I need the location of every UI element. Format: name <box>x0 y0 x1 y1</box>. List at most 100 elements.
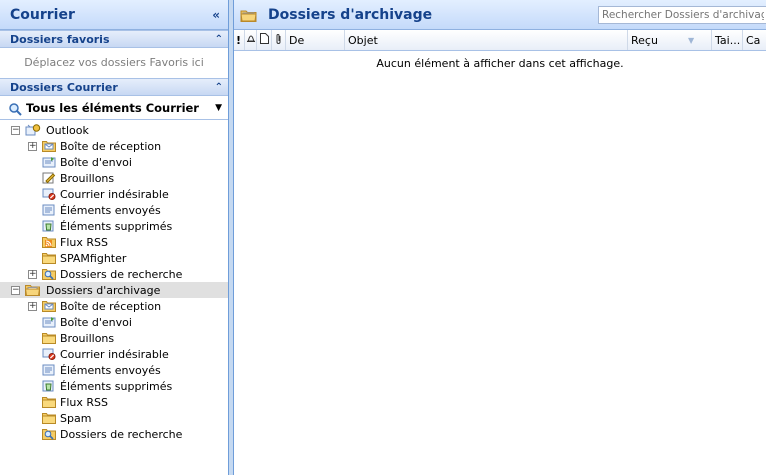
column-received[interactable]: Reçu ▼ <box>628 30 712 50</box>
junk-icon <box>42 188 56 200</box>
message-list-header: ! De Objet Reçu ▼ Tai... Ca <box>234 30 766 51</box>
mail-view-selector-label: Tous les éléments Courrier <box>26 100 199 115</box>
folder-label: Brouillons <box>60 171 115 185</box>
folder-tree-item[interactable]: Éléments supprimés <box>0 378 228 394</box>
folder-label: Dossiers de recherche <box>60 267 183 281</box>
search-folder-icon <box>8 102 22 116</box>
mail-folders-section-title: Dossiers Courrier <box>10 80 118 94</box>
folder-icon <box>42 412 56 424</box>
folder-tree-item[interactable]: − Outlook <box>0 122 228 138</box>
folder-tree-item[interactable]: Brouillons <box>0 330 228 346</box>
collapse-icon[interactable]: − <box>11 285 20 295</box>
folder-label: Dossiers d'archivage <box>46 283 161 297</box>
column-item-type[interactable] <box>257 30 272 50</box>
folder-label: Éléments supprimés <box>60 379 173 393</box>
folder-label: Flux RSS <box>60 395 108 409</box>
sort-descending-icon: ▼ <box>687 35 695 45</box>
column-subject[interactable]: Objet <box>345 30 628 50</box>
folder-icon <box>42 396 56 408</box>
folder-label: Éléments supprimés <box>60 219 173 233</box>
content-pane: Dossiers d'archivage ! De Objet Reçu ▼ T… <box>233 0 766 475</box>
sent-icon <box>42 204 56 216</box>
favorites-section-header[interactable]: Dossiers favoris ⌃ <box>0 30 228 48</box>
content-header: Dossiers d'archivage <box>234 0 766 30</box>
chevron-up-icon[interactable]: ⌃ <box>215 34 223 45</box>
mail-folders-section-header[interactable]: Dossiers Courrier ⌃ <box>0 78 228 96</box>
nav-pane-header: Courrier « <box>0 0 228 30</box>
folder-label: Boîte d'envoi <box>60 155 132 169</box>
folder-label: Outlook <box>46 123 89 137</box>
nav-pane-title: Courrier <box>10 6 75 23</box>
folder-label: Courrier indésirable <box>60 187 169 201</box>
outbox-icon <box>42 316 56 328</box>
mail-view-selector[interactable]: Tous les éléments Courrier ▼ <box>0 96 228 120</box>
folder-label: Boîte de réception <box>60 299 162 313</box>
drafts-icon <box>42 172 56 184</box>
folder-label: Courrier indésirable <box>60 347 169 361</box>
collapse-icon[interactable]: − <box>11 125 20 135</box>
column-reminder[interactable] <box>245 30 257 50</box>
paperclip-icon <box>275 33 282 48</box>
column-attachment[interactable] <box>272 30 286 50</box>
chevron-up-icon[interactable]: ⌃ <box>215 82 223 93</box>
column-received-label: Reçu <box>631 33 658 47</box>
folder-tree-item[interactable]: Éléments envoyés <box>0 362 228 378</box>
search-folder-icon <box>42 428 56 440</box>
folder-tree-item[interactable]: Flux RSS <box>0 234 228 250</box>
expand-icon[interactable]: + <box>28 301 37 311</box>
folder-tree-item[interactable]: Courrier indésirable <box>0 346 228 362</box>
navigation-pane: Courrier « Dossiers favoris ⌃ Déplacez v… <box>0 0 229 475</box>
folder-tree-item[interactable]: Éléments supprimés <box>0 218 228 234</box>
sent-icon <box>42 364 56 376</box>
folder-tree-item[interactable]: Brouillons <box>0 170 228 186</box>
archive-folder-icon <box>240 8 258 22</box>
folder-tree-item[interactable]: Boîte d'envoi <box>0 154 228 170</box>
folder-tree-item[interactable]: + Boîte de réception <box>0 138 228 154</box>
folder-icon <box>42 332 56 344</box>
collapse-pane-button[interactable]: « <box>212 8 220 22</box>
folder-tree-item[interactable]: Courrier indésirable <box>0 186 228 202</box>
folder-tree-item[interactable]: SPAMfighter <box>0 250 228 266</box>
folder-label: SPAMfighter <box>60 251 127 265</box>
folder-tree-item[interactable]: Spam <box>0 410 228 426</box>
favorites-hint: Déplacez vos dossiers Favoris ici <box>24 55 204 69</box>
folder-label: Boîte de réception <box>60 139 162 153</box>
folder-tree-item[interactable]: + Dossiers de recherche <box>0 266 228 282</box>
folder-label: Dossiers de recherche <box>60 427 183 441</box>
deleted-icon <box>42 220 56 232</box>
outbox-icon <box>42 156 56 168</box>
folder-tree-item[interactable]: Boîte d'envoi <box>0 314 228 330</box>
folder-tree-item[interactable]: Éléments envoyés <box>0 202 228 218</box>
folder-label: Flux RSS <box>60 235 108 249</box>
folder-tree-item[interactable]: Flux RSS <box>0 394 228 410</box>
outlook-root-icon <box>25 124 42 136</box>
folder-tree-item[interactable]: Dossiers de recherche <box>0 426 228 442</box>
column-from[interactable]: De <box>286 30 345 50</box>
folder-search-input[interactable] <box>598 5 766 24</box>
expand-icon[interactable]: + <box>28 141 37 151</box>
folder-icon <box>42 252 56 264</box>
folder-title: Dossiers d'archivage <box>268 6 433 23</box>
folder-label: Brouillons <box>60 331 115 345</box>
expand-icon[interactable]: + <box>28 269 37 279</box>
folder-label: Spam <box>60 411 92 425</box>
deleted-icon <box>42 380 56 392</box>
column-categories[interactable]: Ca <box>743 30 763 50</box>
dropdown-arrow-icon[interactable]: ▼ <box>215 103 222 113</box>
folder-tree-item[interactable]: + Boîte de réception <box>0 298 228 314</box>
folder-label: Éléments envoyés <box>60 203 161 217</box>
junk-icon <box>42 348 56 360</box>
inbox-icon <box>42 300 56 312</box>
archive-root-icon <box>25 284 42 296</box>
inbox-icon <box>42 140 56 152</box>
rss-icon <box>42 236 56 248</box>
folder-tree-item[interactable]: − Dossiers d'archivage <box>0 282 228 298</box>
column-size[interactable]: Tai... <box>712 30 743 50</box>
column-importance[interactable]: ! <box>234 30 245 50</box>
folder-label: Éléments envoyés <box>60 363 161 377</box>
page-icon <box>260 33 269 47</box>
folder-label: Boîte d'envoi <box>60 315 132 329</box>
folder-tree: − Outlook + Boîte de réception Boîte d'envoi… <box>0 120 228 442</box>
favorites-section-title: Dossiers favoris <box>10 32 110 46</box>
empty-list-message: Aucun élément à afficher dans cet affich… <box>376 57 624 70</box>
